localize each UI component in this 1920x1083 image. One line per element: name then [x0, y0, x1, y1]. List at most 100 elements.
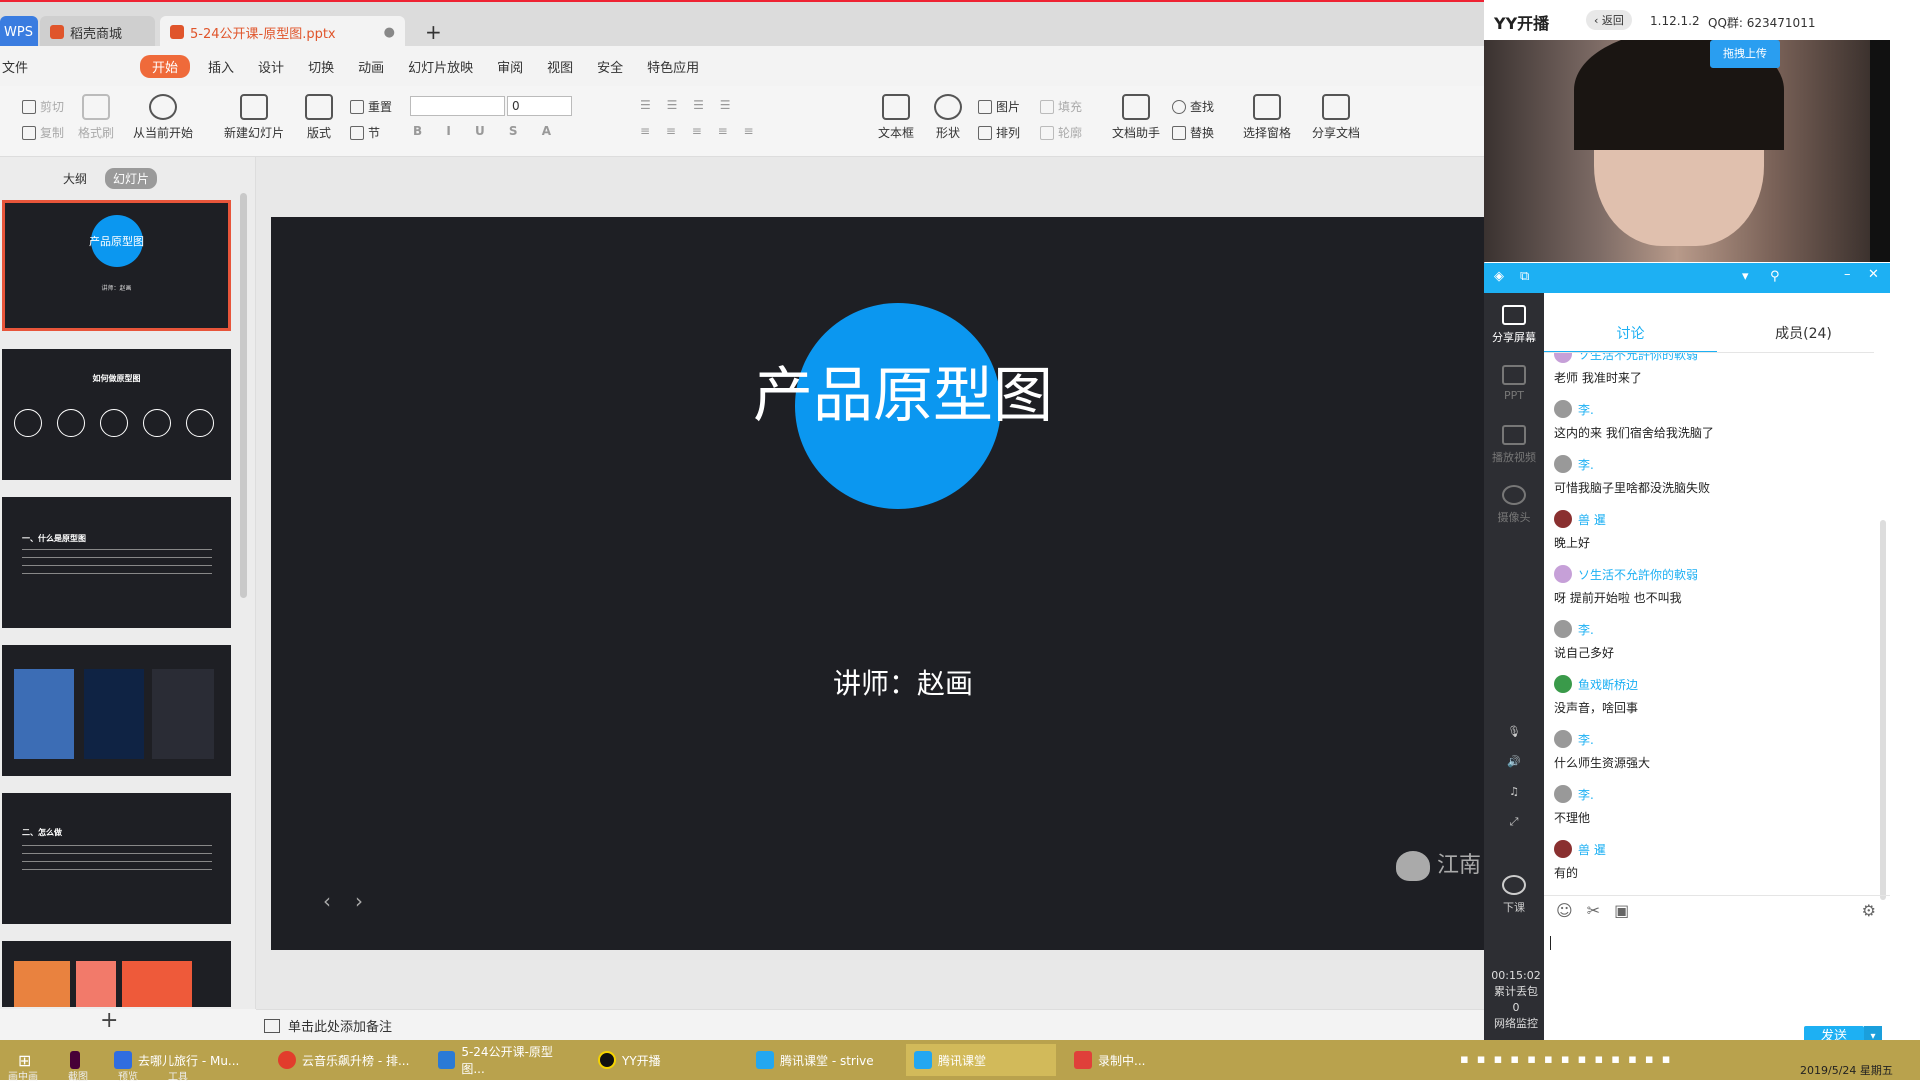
bottom-label[interactable]: 截图	[68, 1068, 88, 1083]
end-class-button[interactable]: 下课	[1484, 875, 1544, 915]
close-icon[interactable]: ✕	[1868, 267, 1879, 282]
menu-animation[interactable]: 动画	[346, 57, 396, 76]
taskbar-item[interactable]: 腾讯课堂 - strive	[748, 1044, 898, 1076]
sender-name[interactable]: 鱼戏断桥边	[1578, 676, 1638, 693]
outline-button[interactable]: 轮廓	[1040, 124, 1082, 141]
reset-button[interactable]: 重置	[350, 98, 392, 115]
menu-security[interactable]: 安全	[585, 57, 635, 76]
slides-view-tab[interactable]: 幻灯片	[105, 168, 158, 189]
taskbar-item[interactable]: 腾讯课堂	[906, 1044, 1056, 1076]
taskbar-item[interactable]: 5-24公开课-原型图...	[430, 1044, 580, 1076]
play-video-button[interactable]: 播放视频	[1484, 425, 1544, 465]
sender-name[interactable]: ソ生活不允許你的軟弱	[1578, 566, 1698, 583]
panel-menu-icon[interactable]: ◈	[1494, 269, 1504, 284]
bottom-label[interactable]: 工具	[168, 1068, 188, 1083]
sender-name[interactable]: 兽 暹	[1578, 511, 1606, 528]
tab-wps[interactable]: WPS	[0, 16, 38, 48]
minimize-icon[interactable]: –	[1844, 267, 1851, 282]
menu-special[interactable]: 特色应用	[635, 57, 711, 76]
image-icon[interactable]: ▣	[1614, 901, 1629, 920]
select-pane-button[interactable]: 选择窗格	[1243, 94, 1291, 141]
menu-insert[interactable]: 插入	[196, 57, 246, 76]
section-button[interactable]: 节	[350, 124, 380, 141]
current-slide[interactable]: 产品原型图 讲师：赵画 ‹ › 江南	[271, 217, 1484, 950]
paragraph-align-buttons[interactable]: ≡ ≡ ≡ ≡ ≡	[640, 124, 760, 138]
back-button[interactable]: ‹ 返回	[1586, 10, 1632, 30]
speaker-icon[interactable]: 🔊	[1484, 755, 1544, 768]
fill-button[interactable]: 填充	[1040, 98, 1082, 115]
sender-name[interactable]: 李.	[1578, 621, 1594, 638]
chat-scrollbar[interactable]	[1880, 520, 1886, 900]
sender-name[interactable]: 李.	[1578, 731, 1594, 748]
taskbar-clock[interactable]: 2019/5/24 星期五	[1800, 1062, 1893, 1078]
menu-transition[interactable]: 切换	[296, 57, 346, 76]
emoji-icon[interactable]: ☺	[1556, 901, 1573, 920]
thumbnail-scrollbar[interactable]	[240, 193, 247, 598]
tab-members[interactable]: 成员(24)	[1717, 315, 1890, 353]
menu-file[interactable]: 文件	[0, 57, 40, 76]
slide-thumbnail[interactable]: 如何做原型图	[2, 349, 231, 480]
menu-review[interactable]: 审阅	[485, 57, 535, 76]
menu-design[interactable]: 设计	[246, 57, 296, 76]
layout-button[interactable]: 版式	[305, 94, 333, 141]
menu-slideshow[interactable]: 幻灯片放映	[396, 57, 485, 76]
font-size-select[interactable]: 0	[507, 96, 572, 116]
bottom-label[interactable]: 画中画	[8, 1068, 38, 1083]
tab-discuss[interactable]: 讨论	[1544, 315, 1717, 353]
taskbar-item[interactable]: 录制中...	[1066, 1044, 1216, 1076]
music-icon[interactable]: ♫	[1484, 785, 1544, 798]
drag-upload-button[interactable]: 拖拽上传	[1710, 40, 1780, 68]
sender-name[interactable]: 李.	[1578, 401, 1594, 418]
ppt-button[interactable]: PPT	[1484, 365, 1544, 402]
play-from-current-button[interactable]: 从当前开始	[133, 94, 193, 141]
sender-name[interactable]: ソ生活不允許你的軟弱	[1578, 353, 1698, 363]
font-family-select[interactable]	[410, 96, 505, 116]
settings-gear-icon[interactable]: ⚙	[1862, 901, 1876, 920]
doc-helper-button[interactable]: 文档助手	[1112, 94, 1160, 141]
chat-input[interactable]	[1548, 930, 1878, 1020]
panel-popout-icon[interactable]: ⧉	[1520, 269, 1529, 284]
prev-slide-button[interactable]: ‹	[323, 889, 331, 913]
textbox-button[interactable]: 文本框	[878, 94, 914, 141]
arrange-button[interactable]: 排列	[978, 124, 1020, 141]
slide-thumbnail[interactable]: 二、怎么做	[2, 793, 231, 924]
tab-docer-store[interactable]: 稻壳商城	[40, 16, 155, 48]
find-button[interactable]: 查找	[1172, 98, 1214, 115]
picture-button[interactable]: 图片	[978, 98, 1020, 115]
cut-button[interactable]: 剪切	[22, 98, 64, 115]
scissors-icon[interactable]: ✂	[1587, 901, 1600, 920]
fullscreen-icon[interactable]: ⤢	[1484, 815, 1544, 829]
share-screen-button[interactable]: 分享屏幕	[1484, 305, 1544, 345]
font-style-buttons[interactable]: B I U S A	[413, 124, 561, 138]
system-tray-icons[interactable]: ▪▪▪▪▪▪▪▪▪▪▪▪▪	[1460, 1052, 1679, 1067]
slide-thumbnail[interactable]: 一、什么是原型图	[2, 497, 231, 628]
paragraph-list-buttons[interactable]: ☰ ☰ ☰ ☰	[640, 98, 736, 112]
network-monitor-label[interactable]: 网络监控	[1487, 1016, 1545, 1032]
replace-button[interactable]: 替换	[1172, 124, 1214, 141]
format-painter-button[interactable]: 格式刷	[78, 94, 114, 141]
new-tab-button[interactable]: +	[415, 16, 445, 48]
menu-view[interactable]: 视图	[535, 57, 585, 76]
slide-subtitle[interactable]: 讲师：赵画	[671, 662, 1135, 702]
mic-icon[interactable]: 🎙	[1484, 725, 1544, 738]
slide-thumbnail[interactable]	[2, 941, 231, 1007]
slide-title[interactable]: 产品原型图	[671, 347, 1135, 434]
sender-name[interactable]: 兽 暹	[1578, 841, 1606, 858]
tab-pptx-document[interactable]: 5-24公开课-原型图.pptx ●	[160, 16, 405, 48]
tab-close-icon[interactable]: ●	[384, 25, 395, 40]
menu-home[interactable]: 开始	[140, 54, 191, 78]
sender-name[interactable]: 李.	[1578, 786, 1594, 803]
slide-thumbnail[interactable]	[2, 645, 231, 776]
copy-button[interactable]: 复制	[22, 124, 64, 141]
camera-button[interactable]: 摄像头	[1484, 485, 1544, 525]
dropdown-icon[interactable]: ▾	[1742, 269, 1749, 284]
bottom-label[interactable]: 预览	[118, 1068, 138, 1083]
slide-thumbnail[interactable]: 产品原型图 讲师：赵画	[2, 200, 231, 331]
taskbar-item[interactable]: YY开播	[590, 1044, 740, 1076]
add-slide-button[interactable]: +	[100, 1008, 118, 1033]
outline-view-tab[interactable]: 大纲	[55, 168, 95, 189]
new-slide-button[interactable]: 新建幻灯片	[224, 94, 284, 141]
pin-icon[interactable]: ⚲	[1770, 269, 1780, 284]
notes-pane[interactable]: 单击此处添加备注	[256, 1009, 1484, 1041]
next-slide-button[interactable]: ›	[355, 889, 363, 913]
